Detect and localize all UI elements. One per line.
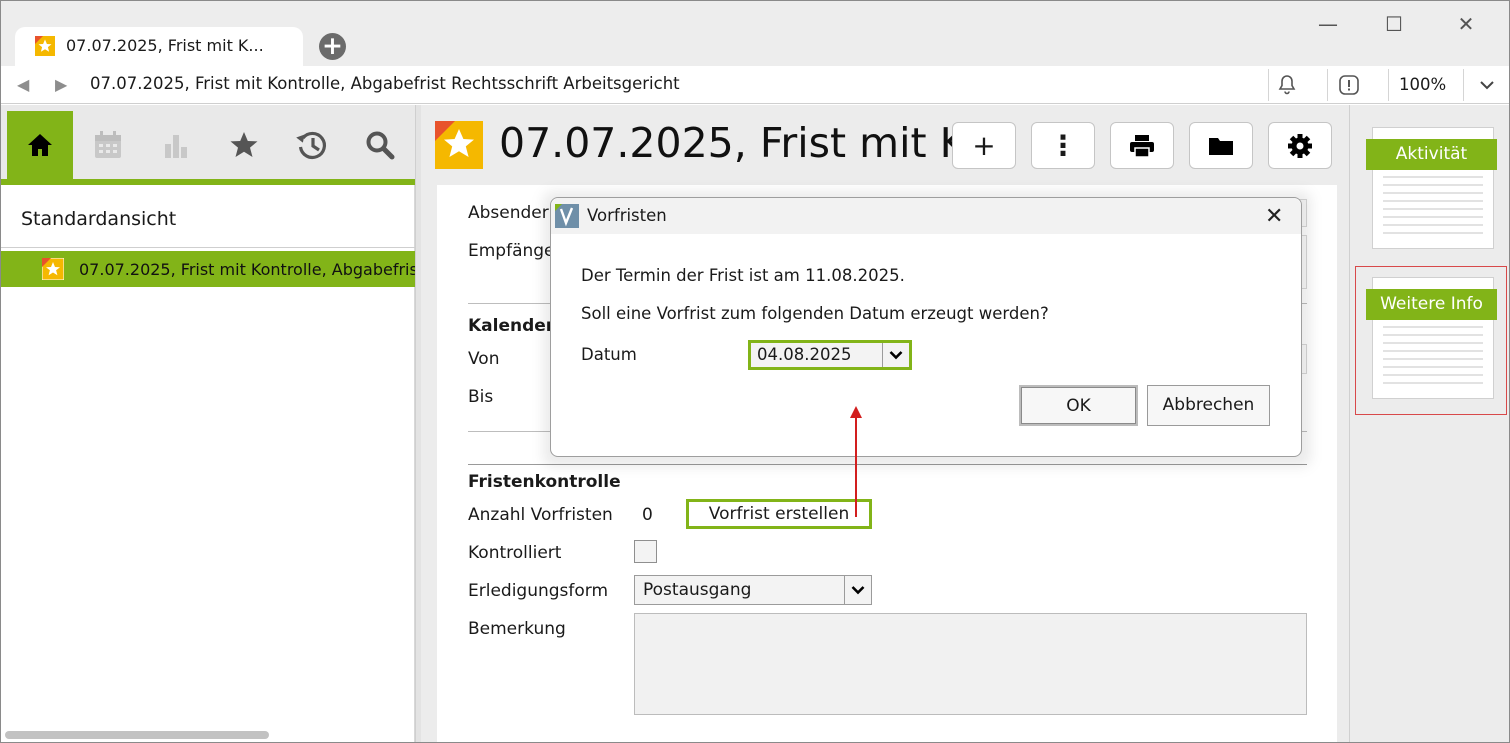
- von-label: Von: [468, 349, 500, 369]
- new-tab-button[interactable]: +: [319, 33, 346, 60]
- vorfrist-erstellen-button[interactable]: Vorfrist erstellen: [686, 499, 872, 529]
- dialog-titlebar: Vorfristen ✕: [551, 198, 1301, 234]
- statistics-nav-button[interactable]: [143, 111, 209, 179]
- chevron-down-icon[interactable]: [844, 576, 871, 604]
- plus-icon: +: [972, 129, 996, 162]
- more-button[interactable]: ⋮: [1031, 122, 1095, 169]
- close-icon[interactable]: ✕: [1265, 204, 1283, 229]
- add-button[interactable]: +: [952, 122, 1016, 169]
- record-star-icon: [42, 258, 64, 280]
- more-vertical-icon: ⋮: [1049, 129, 1077, 162]
- search-icon: [366, 131, 395, 160]
- tab-title: 07.07.2025, Frist mit K...: [66, 36, 264, 55]
- settings-button[interactable]: [1268, 122, 1332, 169]
- right-panel: Aktivität Weitere Info: [1349, 105, 1509, 742]
- ok-button[interactable]: OK: [1019, 385, 1138, 426]
- thumbnail-label[interactable]: Weitere Info: [1366, 289, 1497, 320]
- bemerkung-label: Bemerkung: [468, 619, 566, 639]
- kalender-section-title: Kalender: [468, 316, 555, 336]
- dialog-message-question: Soll eine Vorfrist zum folgenden Datum e…: [581, 304, 1049, 323]
- address-title: 07.07.2025, Frist mit Kontrolle, Abgabef…: [90, 74, 680, 93]
- separator: [1327, 69, 1328, 101]
- search-nav-button[interactable]: [347, 111, 413, 179]
- alert-icon[interactable]: [1337, 73, 1361, 97]
- datum-value: 04.08.2025: [757, 345, 852, 364]
- nav-icon-bar: [1, 105, 415, 185]
- home-nav-button[interactable]: [7, 111, 73, 179]
- cancel-button[interactable]: Abbrechen: [1147, 385, 1270, 426]
- print-button[interactable]: [1110, 122, 1174, 169]
- bemerkung-textarea[interactable]: [634, 613, 1307, 715]
- forward-icon[interactable]: ▶: [55, 75, 67, 94]
- left-panel: Standardansicht 07.07.2025, Frist mit Ko…: [1, 105, 424, 742]
- anzahl-vorfristen-value: 0: [642, 505, 653, 525]
- anzahl-vorfristen-label: Anzahl Vorfristen: [468, 505, 613, 525]
- page-title: 07.07.2025, Frist mit K...: [499, 119, 1006, 167]
- list-item[interactable]: 07.07.2025, Frist mit Kontrolle, Abgabef…: [1, 251, 424, 287]
- back-icon[interactable]: ◀: [17, 75, 29, 94]
- dialog-message-termin: Der Termin der Frist ist am 11.08.2025.: [581, 266, 905, 285]
- separator: [1388, 69, 1389, 101]
- record-header: 07.07.2025, Frist mit K... + ⋮: [421, 105, 1349, 185]
- vorfristen-dialog: Vorfristen ✕ Der Termin der Frist ist am…: [550, 197, 1302, 457]
- annotation-arrow-head: [850, 406, 862, 418]
- annotation-arrow: [855, 411, 857, 517]
- erledigungsform-value: Postausgang: [643, 580, 752, 600]
- separator: [1463, 69, 1464, 101]
- absender-label: Absender: [468, 203, 549, 223]
- bar-chart-icon: [165, 135, 187, 158]
- favorites-nav-button[interactable]: [211, 111, 277, 179]
- separator: [1268, 69, 1269, 101]
- title-bar: 07.07.2025, Frist mit K... + — ☐ ✕: [1, 1, 1509, 67]
- kontrolliert-label: Kontrolliert: [468, 543, 562, 563]
- minimize-button[interactable]: —: [1313, 11, 1343, 37]
- home-icon: [28, 134, 52, 156]
- gear-icon: [1288, 133, 1312, 158]
- chevron-down-icon[interactable]: [1475, 73, 1499, 97]
- print-icon: [1130, 134, 1154, 158]
- thumbnail-preview: [1383, 318, 1483, 390]
- history-icon: [296, 131, 326, 160]
- thumbnail-preview: [1383, 168, 1483, 240]
- folder-button[interactable]: [1189, 122, 1253, 169]
- erledigungsform-label: Erledigungsform: [468, 581, 609, 601]
- divider: [1, 247, 415, 248]
- zoom-level[interactable]: 100%: [1399, 75, 1446, 94]
- close-button[interactable]: ✕: [1451, 11, 1481, 37]
- datum-select[interactable]: 04.08.2025: [748, 340, 912, 370]
- horizontal-scrollbar[interactable]: [5, 731, 269, 739]
- tab-record[interactable]: 07.07.2025, Frist mit K...: [15, 27, 303, 67]
- app-logo-icon: [555, 204, 579, 228]
- app-window: 07.07.2025, Frist mit K... + — ☐ ✕ ◀ ▶ 0…: [0, 0, 1510, 743]
- star-icon: [230, 132, 258, 157]
- record-star-icon: [35, 36, 55, 56]
- list-item-label: 07.07.2025, Frist mit Kontrolle, Abgabef…: [79, 260, 425, 279]
- view-title[interactable]: Standardansicht: [21, 208, 176, 230]
- thumbnail-label[interactable]: Aktivität: [1366, 139, 1497, 170]
- calendar-nav-button[interactable]: [75, 111, 141, 179]
- erledigungsform-select[interactable]: Postausgang: [634, 575, 872, 605]
- calendar-icon: [95, 131, 121, 158]
- history-nav-button[interactable]: [279, 111, 345, 179]
- fristenkontrolle-section-title: Fristenkontrolle: [468, 472, 621, 492]
- bis-label: Bis: [468, 387, 494, 407]
- maximize-button[interactable]: ☐: [1379, 11, 1409, 37]
- record-star-icon: [435, 121, 483, 169]
- address-bar: ◀ ▶ 07.07.2025, Frist mit Kontrolle, Abg…: [1, 66, 1509, 104]
- datum-label: Datum: [581, 345, 637, 364]
- chevron-down-icon[interactable]: [882, 343, 909, 367]
- kontrolliert-checkbox[interactable]: [634, 540, 657, 563]
- folder-icon: [1209, 137, 1233, 155]
- dialog-title: Vorfristen: [587, 206, 667, 225]
- bell-icon[interactable]: [1275, 73, 1299, 97]
